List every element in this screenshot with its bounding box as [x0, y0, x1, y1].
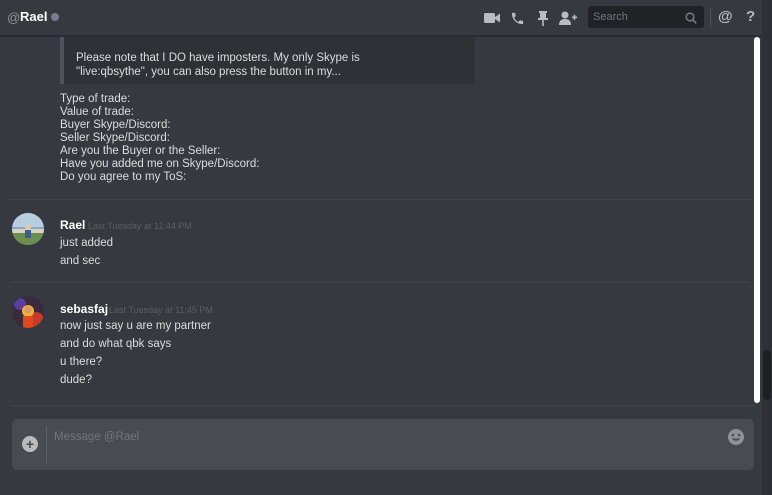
message-divider: [10, 282, 750, 283]
form-line: Seller Skype/Discord:: [60, 132, 170, 144]
message-text: and sec: [60, 255, 101, 267]
message-scrollbar-thumb[interactable]: [754, 37, 760, 403]
composer-inner-divider: [46, 426, 47, 463]
mentions-button[interactable]: @: [718, 8, 733, 25]
form-line: Have you added me on Skype/Discord:: [60, 158, 260, 170]
upload-plus-icon[interactable]: +: [22, 436, 38, 452]
search-input[interactable]: [588, 6, 682, 28]
video-call-icon[interactable]: [483, 9, 501, 27]
search-icon: [685, 11, 697, 29]
message-list: Please note that I DO have imposters. My…: [0, 37, 760, 403]
message-author[interactable]: Rael: [60, 218, 85, 232]
message-text: and do what qbk says: [60, 338, 172, 350]
pin-icon[interactable]: [534, 9, 552, 27]
voice-call-icon[interactable]: [508, 9, 526, 27]
help-button[interactable]: ?: [746, 8, 755, 25]
message-text: just added: [60, 237, 114, 249]
channel-name[interactable]: Rael: [20, 9, 47, 24]
avatar[interactable]: [12, 213, 44, 245]
message-text: dude?: [60, 374, 92, 386]
search-box[interactable]: [588, 6, 704, 28]
message-divider: [10, 199, 750, 200]
emoji-icon[interactable]: [727, 428, 745, 446]
window-scrollbar[interactable]: [762, 0, 772, 495]
form-line: Type of trade:: [60, 93, 131, 105]
composer-divider: [10, 405, 754, 406]
form-line: Do you agree to my ToS:: [60, 171, 187, 183]
message-composer: +: [12, 419, 754, 470]
message-embed: Please note that I DO have imposters. My…: [60, 37, 475, 84]
message-text: now just say u are my partner: [60, 320, 211, 332]
embed-text-line: "live:qbsythe", you can also press the b…: [76, 66, 341, 78]
embed-text-line: Please note that I DO have imposters. My…: [76, 52, 360, 64]
header-divider: [710, 9, 711, 27]
window-scrollbar-thumb[interactable]: [763, 350, 771, 400]
message-scrollbar[interactable]: [754, 37, 760, 403]
dm-at-symbol: @: [7, 10, 21, 25]
message-input[interactable]: [54, 428, 714, 446]
offline-status-icon: [51, 13, 59, 21]
message-text: u there?: [60, 356, 103, 368]
form-line: Value of trade:: [60, 106, 134, 118]
channel-header: @ Rael @ ?: [0, 0, 772, 36]
message-author[interactable]: sebasfaj: [60, 302, 108, 316]
add-friend-icon[interactable]: [559, 9, 577, 27]
message-timestamp: Last Tuesday at 11:45 PM: [109, 305, 213, 315]
form-line: Buyer Skype/Discord:: [60, 119, 171, 131]
form-line: Are you the Buyer or the Seller:: [60, 145, 221, 157]
avatar[interactable]: [12, 296, 44, 328]
message-timestamp: Last Tuesday at 11:44 PM: [88, 221, 192, 231]
